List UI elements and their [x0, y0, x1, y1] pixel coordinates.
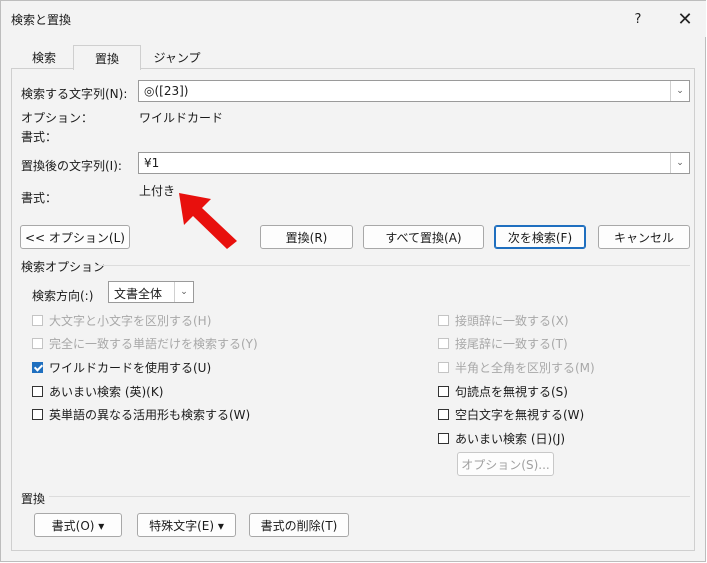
find-replace-dialog: 検索と置換 ? ✕ 検索 置換 ジャンプ 検索する文字列(N): ◎([23])…: [0, 0, 706, 562]
replace-button[interactable]: 置換(R): [260, 225, 353, 249]
replace-label: 置換後の文字列(I):: [21, 159, 122, 173]
help-button[interactable]: ?: [618, 5, 658, 33]
ignore-whitespace-checkbox[interactable]: 空白文字を無視する(W): [438, 406, 584, 423]
tab-goto[interactable]: ジャンプ: [141, 46, 213, 68]
replace-format-label: 書式：: [21, 191, 58, 205]
search-direction-value: 文書全体: [114, 287, 163, 301]
checkbox-checked-icon[interactable]: [32, 362, 43, 373]
checkbox-box[interactable]: [32, 386, 43, 397]
checkbox-label: 句読点を無視する(S): [455, 385, 568, 399]
checkbox-label: あいまい検索 (英)(K): [49, 385, 164, 399]
fuzzy-options-button[interactable]: オプション(S)...: [457, 452, 554, 476]
find-value: ◎([23]): [144, 84, 189, 98]
checkbox-box[interactable]: [438, 362, 449, 373]
find-input[interactable]: ◎([23]) ⌄: [138, 80, 690, 102]
find-options-label: オプション：: [21, 111, 94, 125]
replace-value: ¥1: [144, 156, 160, 170]
checkbox-box[interactable]: [438, 338, 449, 349]
use-wildcards-checkbox[interactable]: ワイルドカードを使用する(U): [32, 359, 211, 376]
match-case-checkbox[interactable]: 大文字と小文字を区別する(H): [32, 312, 211, 329]
close-button[interactable]: ✕: [665, 5, 705, 33]
tab-panel: [11, 68, 695, 551]
chevron-down-icon[interactable]: ⌄: [670, 81, 689, 101]
red-arrow-icon: [179, 193, 237, 249]
checkbox-box[interactable]: [438, 409, 449, 420]
replace-all-button[interactable]: すべて置換(A): [363, 225, 484, 249]
section-divider: [95, 265, 690, 266]
find-next-button[interactable]: 次を検索(F): [494, 225, 586, 249]
sounds-like-ja-checkbox[interactable]: あいまい検索 (日)(J): [438, 430, 565, 447]
whole-word-checkbox[interactable]: 完全に一致する単語だけを検索する(Y): [32, 335, 258, 352]
options-toggle-button[interactable]: << オプション(L): [20, 225, 130, 249]
checkbox-label: 空白文字を無視する(W): [455, 408, 585, 422]
sounds-like-en-checkbox[interactable]: あいまい検索 (英)(K): [32, 383, 163, 400]
clear-format-button[interactable]: 書式の削除(T): [249, 513, 349, 537]
search-direction-select[interactable]: 文書全体 ⌄: [108, 281, 194, 303]
replace-input[interactable]: ¥1 ⌄: [138, 152, 690, 174]
checkbox-box[interactable]: [32, 409, 43, 420]
section-divider: [49, 496, 690, 497]
chevron-down-icon[interactable]: ⌄: [174, 282, 193, 302]
tab-replace[interactable]: 置換: [73, 45, 141, 70]
window-title: 検索と置換: [11, 13, 72, 27]
checkbox-label: 半角と全角を区別する(M): [455, 361, 595, 375]
checkbox-box[interactable]: [32, 338, 43, 349]
search-direction-label: 検索方向(:): [32, 289, 94, 303]
tab-find[interactable]: 検索: [15, 46, 73, 68]
checkbox-box[interactable]: [438, 315, 449, 326]
checkbox-label: あいまい検索 (日)(J): [455, 432, 566, 446]
checkbox-label: ワイルドカードを使用する(U): [49, 361, 212, 375]
special-chars-dropdown-button[interactable]: 特殊文字(E) ▾: [137, 513, 236, 537]
ignore-punctuation-checkbox[interactable]: 句読点を無視する(S): [438, 383, 568, 400]
checkbox-label: 接頭辞に一致する(X): [455, 314, 569, 328]
checkbox-box[interactable]: [438, 433, 449, 444]
chevron-down-icon[interactable]: ⌄: [670, 153, 689, 173]
format-dropdown-button[interactable]: 書式(O) ▾: [34, 513, 122, 537]
checkbox-label: 大文字と小文字を区別する(H): [49, 314, 212, 328]
find-format-label: 書式：: [21, 130, 58, 144]
word-forms-checkbox[interactable]: 英単語の異なる活用形も検索する(W): [32, 406, 250, 423]
search-options-heading: 検索オプション: [21, 260, 106, 274]
checkbox-label: 完全に一致する単語だけを検索する(Y): [49, 337, 258, 351]
checkbox-label: 英単語の異なる活用形も検索する(W): [49, 408, 251, 422]
replace-format-value: 上付き: [139, 184, 176, 198]
checkbox-box[interactable]: [32, 315, 43, 326]
find-label: 検索する文字列(N):: [21, 87, 128, 101]
title-bar: 検索と置換 ? ✕: [1, 1, 706, 37]
cancel-button[interactable]: キャンセル: [598, 225, 690, 249]
checkbox-box[interactable]: [438, 386, 449, 397]
checkbox-label: 接尾辞に一致する(T): [455, 337, 568, 351]
match-width-checkbox[interactable]: 半角と全角を区別する(M): [438, 359, 595, 376]
replace-section-heading: 置換: [21, 492, 46, 506]
match-suffix-checkbox[interactable]: 接尾辞に一致する(T): [438, 335, 568, 352]
match-prefix-checkbox[interactable]: 接頭辞に一致する(X): [438, 312, 569, 329]
find-options-value: ワイルドカード: [139, 111, 224, 125]
